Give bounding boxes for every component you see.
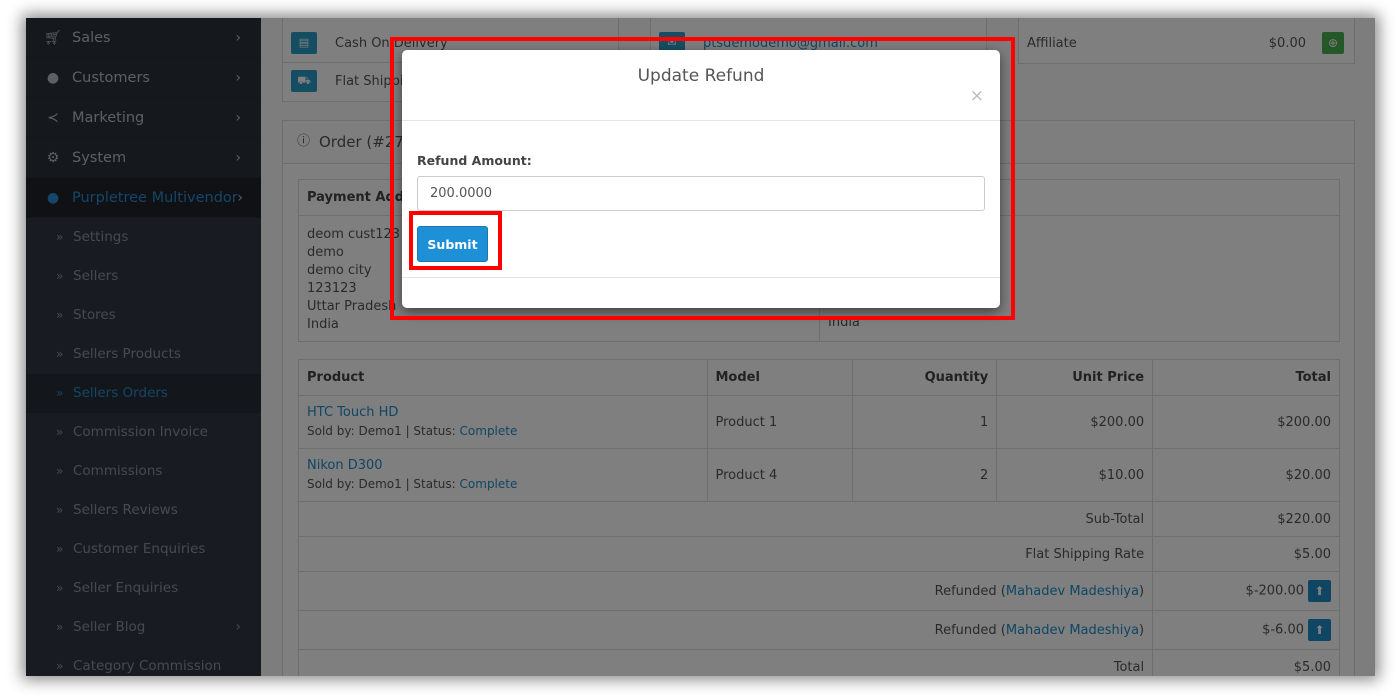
highlight-box-submit bbox=[409, 211, 502, 270]
highlight-box-modal bbox=[390, 37, 1015, 320]
page: 🛒︎Sales› ●Customers› ≺Marketing› ⚙System… bbox=[26, 18, 1375, 676]
